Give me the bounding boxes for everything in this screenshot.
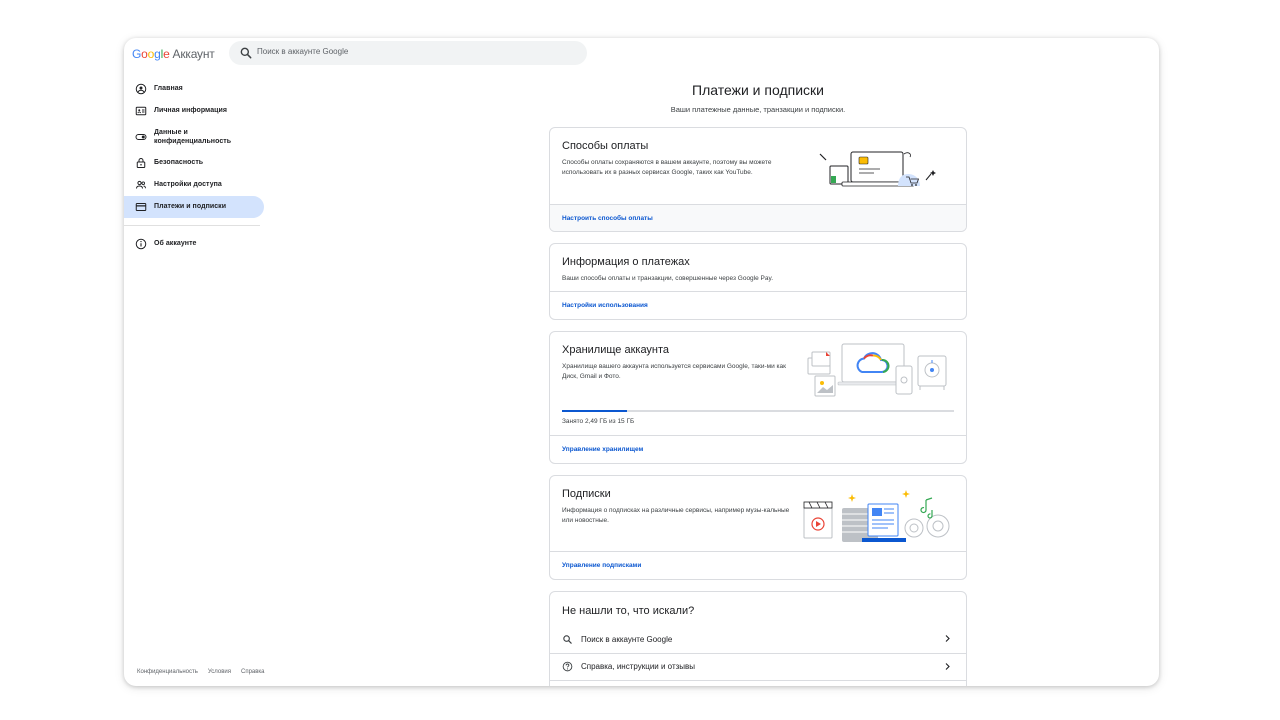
top-bar: Google Аккаунт Поиск в аккаунте Google — [124, 38, 1159, 70]
link-label: Управление подписками — [562, 562, 642, 569]
info-icon — [135, 238, 147, 250]
subscriptions-card: Подписки Информация о подписках на разли… — [549, 475, 967, 580]
main-content: Платежи и подписки Ваши платежные данные… — [549, 78, 967, 686]
sidebar-item-label: Данные и конфиденциальность — [154, 128, 231, 147]
help-circle-icon — [562, 661, 573, 672]
sidebar-item-label: Личная информация — [154, 107, 227, 115]
search-icon — [240, 47, 252, 59]
manage-storage-link[interactable]: Управление хранилищем — [550, 435, 966, 463]
search-bar[interactable]: Поиск в аккаунте Google — [229, 41, 587, 65]
help-row-label: Поиск в аккаунте Google — [581, 634, 673, 644]
logo-product-name: Аккаунт — [172, 47, 215, 61]
id-card-icon — [135, 106, 147, 116]
people-icon — [136, 180, 146, 189]
search-input[interactable]: Поиск в аккаунте Google — [257, 47, 348, 56]
card-title: Не нашли то, что искали? — [562, 605, 695, 617]
link-label: Управление хранилищем — [562, 446, 644, 453]
sidebar-item-label: Об аккаунте — [154, 240, 197, 248]
usage-settings-link[interactable]: Настройки использования — [550, 291, 966, 319]
sidebar-item-home[interactable]: Главная — [124, 78, 264, 100]
chevron-right-icon — [945, 635, 950, 642]
link-label: Настроить способы оплаты — [562, 215, 653, 222]
manage-subscriptions-link[interactable]: Управление подписками — [550, 551, 966, 579]
help-row-partial — [550, 680, 966, 686]
card-title: Хранилище аккаунта — [562, 344, 670, 356]
toggle-icon — [135, 134, 147, 140]
sidebar-divider — [124, 225, 260, 226]
sidebar-item-about[interactable]: Об аккаунте — [124, 233, 264, 255]
card-description: Способы оплаты сохраняются в вашем аккау… — [562, 159, 772, 176]
storage-progress-bar — [562, 410, 954, 412]
sidebar-item-label: Настройки доступа — [154, 181, 222, 189]
help-support-row[interactable]: Справка, инструкции и отзывы — [550, 653, 966, 679]
help-card: Не нашли то, что искали? Поиск в аккаунт… — [549, 591, 967, 686]
sidebar-item-label-line2: конфиденциальность — [154, 138, 232, 145]
card-title: Информация о платежах — [562, 256, 690, 268]
payments-info-card: Информация о платежах Ваши способы оплат… — [549, 243, 967, 320]
link-label: Настройки использования — [562, 302, 648, 309]
card-description: Информация о подписках на различные серв… — [562, 507, 790, 524]
home-person-icon — [135, 83, 147, 95]
sidebar-item-payments[interactable]: Платежи и подписки — [124, 196, 264, 218]
sidebar-item-data-privacy[interactable]: Данные и конфиденциальность — [124, 122, 264, 152]
card-description: Ваши способы оплаты и транзакции, соверш… — [562, 275, 774, 282]
help-search-row[interactable]: Поиск в аккаунте Google — [550, 626, 966, 652]
logo-letter: e — [163, 47, 170, 61]
subscriptions-media-illustration — [803, 490, 950, 542]
sidebar-item-personal-info[interactable]: Личная информация — [124, 100, 264, 122]
payment-devices-illustration — [819, 151, 936, 187]
browser-frame: Google Аккаунт Поиск в аккаунте Google Гл… — [124, 38, 1159, 686]
search-icon — [563, 634, 572, 644]
storage-devices-illustration — [807, 343, 947, 397]
chevron-right-icon — [945, 663, 950, 670]
footer-terms-link[interactable]: Условия — [208, 669, 231, 675]
lock-icon — [136, 158, 146, 168]
credit-card-icon — [135, 203, 147, 211]
footer-links: Конфиденциальность Условия Справка — [137, 669, 265, 675]
page-title: Платежи и подписки — [692, 82, 824, 98]
setup-payment-methods-link[interactable]: Настроить способы оплаты — [550, 204, 966, 231]
storage-usage-text: Занято 2,49 ГБ из 15 ГБ — [562, 418, 635, 425]
logo-letter: G — [132, 47, 142, 61]
page-subtitle: Ваши платежные данные, транзакции и подп… — [670, 105, 846, 114]
footer-help-link[interactable]: Справка — [241, 669, 265, 675]
account-storage-card: Хранилище аккаунта Хранилище вашего акка… — [549, 331, 967, 464]
card-description: Хранилище вашего аккаунта используется с… — [562, 363, 786, 380]
card-title: Способы оплаты — [562, 140, 649, 152]
sidebar-nav: Главная Личная информация Данные и конфид… — [124, 78, 264, 255]
sidebar-item-label-line1: Данные и — [154, 128, 188, 136]
google-account-logo[interactable]: Google Аккаунт — [132, 47, 215, 61]
sidebar-item-sharing[interactable]: Настройки доступа — [124, 174, 264, 196]
sidebar-item-security[interactable]: Безопасность — [124, 152, 264, 174]
storage-progress-fill — [562, 410, 628, 412]
sidebar-item-label: Безопасность — [154, 159, 204, 167]
help-row-label: Справка, инструкции и отзывы — [581, 662, 696, 671]
payment-methods-card: Способы оплаты Способы оплаты сохраняютс… — [549, 127, 967, 232]
footer-privacy-link[interactable]: Конфиденциальность — [137, 669, 198, 675]
sidebar-item-label: Главная — [154, 85, 183, 93]
sidebar-item-label: Платежи и подписки — [154, 203, 227, 211]
card-title: Подписки — [562, 488, 611, 500]
